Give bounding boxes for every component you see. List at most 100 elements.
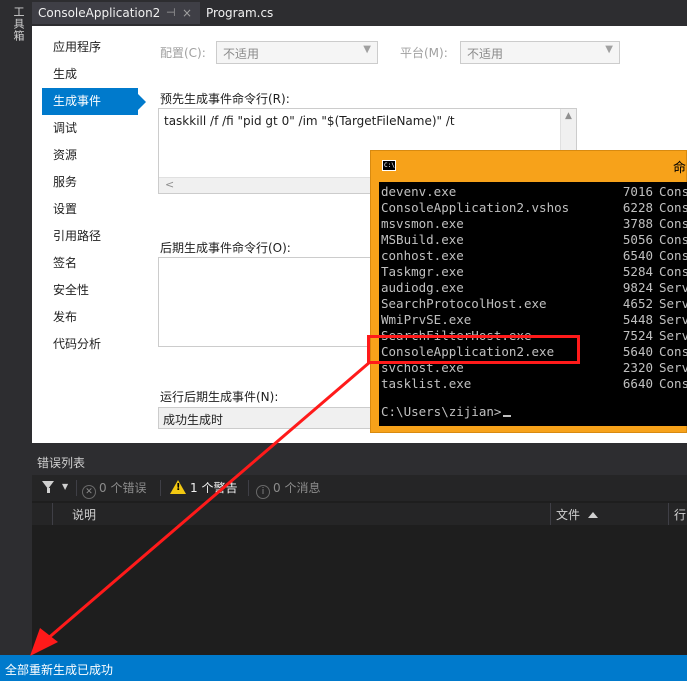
process-name: audiodg.exe [381, 280, 464, 295]
nav-item-5[interactable]: 服务 [42, 169, 138, 196]
chevron-down-icon: ▼ [605, 44, 613, 55]
process-session: Cons [659, 248, 687, 263]
process-name: MSBuild.exe [381, 232, 464, 247]
config-combo[interactable]: 不适用 ▼ [216, 41, 378, 64]
chevron-down-icon: ▼ [363, 44, 371, 55]
info-icon: i [256, 485, 270, 499]
error-icon: ✕ [82, 485, 96, 499]
process-pid: 2320 [622, 360, 653, 375]
run-postbuild-value: 成功生成时 [163, 413, 224, 427]
process-pid: 5640 [622, 344, 653, 359]
nav-item-7[interactable]: 引用路径 [42, 223, 138, 250]
console-titlebar[interactable]: C:\ 命 [371, 151, 686, 181]
run-postbuild-label: 运行后期生成事件(N): [160, 390, 279, 404]
tab-program-cs[interactable]: Program.cs [200, 2, 279, 24]
nav-item-11[interactable]: 代码分析 [42, 331, 138, 358]
tab-project-properties[interactable]: ConsoleApplication2 ⊣ × [32, 2, 200, 24]
toolbar-divider [248, 480, 249, 496]
scroll-up-icon[interactable]: ▲ [565, 111, 572, 121]
status-text: 全部重新生成已成功 [5, 663, 114, 677]
process-pid: 6228 [622, 200, 653, 215]
toolbox-rail: 工具箱 [0, 0, 32, 655]
scroll-left-icon[interactable]: < [165, 178, 174, 191]
nav-item-9[interactable]: 安全性 [42, 277, 138, 304]
process-name: conhost.exe [381, 248, 464, 263]
document-tab-bar: ConsoleApplication2 ⊣ × Program.cs [32, 0, 687, 26]
console-output: devenv.exe 7016 Cons ConsoleApplication2.vs… [379, 182, 687, 426]
process-session: Serv [659, 328, 687, 343]
toolbar-divider [160, 480, 161, 496]
tab-label: Program.cs [206, 6, 274, 20]
config-label: 配置(C): [160, 46, 206, 60]
console-window[interactable]: C:\ 命 devenv.exe 7016 Cons ConsoleApplicati… [370, 150, 687, 433]
nav-item-3[interactable]: 调试 [42, 115, 138, 142]
process-session: Cons [659, 232, 687, 247]
process-session: Serv [659, 296, 687, 311]
column-header-file[interactable]: 文件 [556, 506, 599, 523]
process-pid: 9824 [622, 280, 653, 295]
pin-icon[interactable]: ⊣ [166, 2, 176, 24]
error-list-toolbar: ▼ ✕ 0 个错误 ! 1 个警告 i0 个消息 [32, 475, 687, 501]
property-nav: 应用程序 生成 生成事件 调试 资源 服务 设置 引用路径 签名 安全性 发布 代码分析 [42, 34, 146, 358]
column-divider[interactable] [52, 503, 53, 525]
nav-item-4[interactable]: 资源 [42, 142, 138, 169]
grid-header: 说明 文件 行 [32, 503, 687, 525]
column-divider[interactable] [550, 503, 551, 525]
process-pid: 5448 [622, 312, 653, 327]
column-header-description[interactable]: 说明 [72, 506, 96, 523]
process-pid: 7016 [622, 184, 653, 199]
highlight-box [367, 335, 580, 364]
column-file-label: 文件 [556, 508, 581, 522]
console-icon: C:\ [382, 160, 396, 171]
process-pid: 5284 [622, 264, 653, 279]
nav-item-8[interactable]: 签名 [42, 250, 138, 277]
warnings-filter-button[interactable]: ! 1 个警告 [170, 479, 237, 497]
messages-count: 0 个消息 [273, 481, 321, 495]
prompt-text: C:\Users\zijian> [381, 404, 502, 419]
platform-combo[interactable]: 不适用 ▼ [460, 41, 620, 64]
filter-icon-stem [47, 488, 50, 493]
sort-ascending-icon [588, 512, 599, 518]
process-name: ConsoleApplication2.vshos [381, 200, 570, 215]
process-pid: 5056 [622, 232, 653, 247]
nav-item-6[interactable]: 设置 [42, 196, 138, 223]
process-pid: 6540 [622, 248, 653, 263]
text-cursor [503, 415, 512, 417]
prebuild-label: 预先生成事件命令行(R): [160, 92, 290, 106]
config-value: 不适用 [223, 47, 260, 61]
postbuild-label: 后期生成事件命令行(O): [160, 241, 291, 255]
nav-item-2[interactable]: 生成事件 [42, 88, 146, 115]
process-name: SearchProtocolHost.exe [381, 296, 547, 311]
close-icon[interactable]: × [182, 2, 192, 24]
platform-label: 平台(M): [400, 46, 448, 60]
nav-item-1[interactable]: 生成 [42, 61, 138, 88]
toolbox-tab[interactable]: 工具箱 [6, 2, 26, 46]
nav-item-0[interactable]: 应用程序 [42, 34, 138, 61]
process-name: WmiPrvSE.exe [381, 312, 472, 327]
error-list-title: 错误列表 [37, 456, 86, 470]
messages-filter-button[interactable]: i0 个消息 [256, 479, 321, 499]
process-session: Cons [659, 216, 687, 231]
process-session: Serv [659, 280, 687, 295]
console-prompt: C:\Users\zijian> [381, 404, 512, 420]
process-name: devenv.exe [381, 184, 457, 199]
column-header-line[interactable]: 行 [674, 506, 686, 523]
status-bar: 全部重新生成已成功 [0, 655, 687, 681]
process-session: Cons [659, 344, 687, 359]
platform-value: 不适用 [467, 47, 504, 61]
column-divider[interactable] [668, 503, 669, 525]
process-name: msvsmon.exe [381, 216, 464, 231]
errors-count: 0 个错误 [99, 481, 147, 495]
process-session: Serv [659, 312, 687, 327]
process-session: Cons [659, 200, 687, 215]
process-pid: 7524 [622, 328, 653, 343]
console-title: 命 [673, 161, 687, 176]
errors-filter-button[interactable]: ✕ 0 个错误 [82, 479, 147, 499]
nav-item-10[interactable]: 发布 [42, 304, 138, 331]
process-session: Cons [659, 264, 687, 279]
warnings-count: 1 个警告 [190, 481, 238, 495]
error-list-grid: 说明 文件 行 [32, 501, 687, 655]
process-pid: 6640 [622, 376, 653, 391]
chevron-down-icon[interactable]: ▼ [62, 482, 68, 491]
process-name: Taskmgr.exe [381, 264, 464, 279]
